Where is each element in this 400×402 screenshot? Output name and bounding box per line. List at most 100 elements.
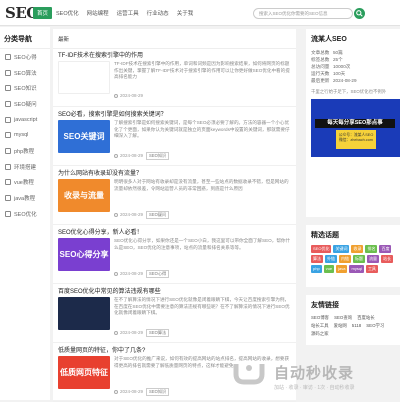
profile-title: 流某人SEO (311, 36, 347, 43)
category-icon (5, 69, 11, 76)
topic-tag[interactable]: 算法 (311, 255, 323, 263)
sidebar-item[interactable]: SEO算法 (0, 65, 50, 81)
topic-tag[interactable]: 百度 (379, 245, 392, 253)
sidebar-item[interactable]: SEO知识 (0, 80, 50, 96)
sidebar-item[interactable]: vue教程 (0, 175, 50, 191)
article-tag[interactable]: SEO知识 (146, 388, 170, 396)
profile-panel: 流某人SEO 文章总数 50篇 标签总数 25个 总访问量 10000次 运行天数 100天最… (306, 29, 400, 217)
topic-tag[interactable]: vue (323, 265, 335, 273)
article-item: TF-IDF技术在搜索引擎中的作用 TF-IDF技术在搜索引擎中的作用，单词和词频… (53, 47, 296, 107)
friend-link[interactable]: 站长工具 (311, 323, 329, 329)
topic-tag[interactable]: 内链 (339, 255, 351, 263)
stat-label: 文章总数 (311, 50, 330, 55)
article-tag[interactable]: SEO疑问 (146, 211, 170, 219)
article-excerpt: 了解搜索引擎是如何搜索关键词，是每个SEO必须必要了解的。方法的容器一个小心优化… (114, 120, 290, 139)
sidebar-item[interactable]: mysql (0, 127, 50, 143)
nav-item[interactable]: 首页 (33, 7, 53, 19)
nav-item[interactable]: 运营工具 (113, 7, 143, 19)
article-thumbnail[interactable]: 低质网页特征 (58, 356, 110, 389)
topic-tag[interactable]: 外链 (325, 255, 337, 263)
topic-tag[interactable]: 标题 (353, 255, 365, 263)
section-heading: 最新 (53, 29, 296, 49)
promo-image[interactable]: 每天每分享SEO那点事 公众号：流某人SEO 微信：zhebach.com (311, 99, 400, 157)
clock-icon (114, 93, 118, 98)
friend-link[interactable]: 5118 (352, 323, 361, 329)
topic-tag[interactable]: 工具 (365, 265, 378, 273)
sidebar-item-label: SEO优化 (14, 211, 37, 218)
watermark-subtitle: 加站 · 收录 · 审访 · 1次 · 自动秒收录 (274, 385, 355, 391)
article-excerpt: 明明很多人对于网站有收录却是没有流量，甚至一些站点的数据收录不错，但是网站的流量… (114, 179, 289, 191)
article-title[interactable]: 百度SEO优化中常见的算法违规有哪些 (58, 286, 161, 295)
sidebar-item-label: javascript (14, 116, 38, 123)
sidebar-title: 分类导航 (0, 27, 50, 49)
article-thumbnail[interactable]: SEO心得分享 (58, 238, 110, 271)
topic-tag[interactable]: SEO优化 (311, 245, 332, 253)
sidebar-item[interactable]: java教程 (0, 190, 50, 206)
clock-icon (114, 212, 118, 217)
sidebar-item-label: php教程 (14, 148, 35, 155)
article-date: 2024-08-29 (120, 93, 144, 98)
topic-tag[interactable]: java (336, 265, 348, 273)
article-title[interactable]: SEO优化心得分享，新人必看！ (58, 227, 143, 236)
topic-tag[interactable]: php (311, 265, 322, 273)
article-tag[interactable]: SEO心得 (146, 270, 170, 278)
article-tag[interactable]: SEO知识 (146, 152, 170, 160)
article-excerpt: TF-IDF技术在搜索引擎中的作用，单词和词频是因为影响搜索结果，如何将网页的标… (114, 61, 290, 80)
friend-links-title: 友情链接 (311, 302, 339, 309)
category-icon (5, 132, 11, 139)
topic-tag[interactable]: 收录 (351, 245, 364, 253)
search-input[interactable]: 搜索入SEO优化你需要的SEO信息 (253, 8, 353, 19)
sidebar-item[interactable]: SEO疑问 (0, 96, 50, 112)
article-item: 为什么网站有收录却没有流量？ 收录与流量 明明很多人对于网站有收录却是没有流量，甚至… (53, 165, 296, 225)
article-thumbnail[interactable]: SEO关键词 (58, 120, 110, 153)
sidebar-item[interactable]: javascript (0, 112, 50, 128)
article-title[interactable]: TF-IDF技术在搜索引擎中的作用 (58, 50, 143, 59)
sidebar-item-label: mysql (14, 132, 29, 139)
sidebar-item[interactable]: 环境搭建 (0, 159, 50, 175)
article-title[interactable]: 为什么网站有收录却没有流量？ (58, 168, 142, 177)
profile-stat: 最后更新 2024-08-29 (311, 77, 395, 84)
stat-value: 50篇 (333, 50, 343, 55)
article-title[interactable]: 低质量网页的特征，你中了几条? (58, 345, 145, 354)
nav-item[interactable]: SEO优化 (52, 7, 83, 19)
sidebar-item-label: SEO知识 (14, 86, 37, 93)
article-date: 2024-08-29 (120, 271, 144, 277)
clock-icon (114, 271, 118, 276)
nav-item[interactable]: 网站编程 (83, 7, 113, 19)
friend-link[interactable]: SEO博客 (311, 315, 329, 321)
clock-icon (114, 389, 118, 394)
topic-tag[interactable]: 站长 (381, 255, 393, 263)
article-meta: 2024-08-29 (114, 93, 143, 98)
friend-link[interactable]: SEO查询 (334, 315, 352, 321)
article-meta: 2024-08-29 SEO算法 (114, 329, 170, 337)
sidebar-item[interactable]: SEO心得 (0, 49, 50, 65)
category-icon (5, 85, 11, 92)
friend-link[interactable]: 源码之家 (311, 331, 329, 337)
article-tag[interactable]: SEO算法 (146, 329, 170, 337)
search-button[interactable] (354, 8, 365, 19)
sidebar-item[interactable]: SEO优化 (0, 206, 50, 222)
article-thumbnail[interactable] (58, 297, 110, 330)
topic-tag[interactable]: 关键词 (333, 245, 350, 253)
topic-tag[interactable]: 排名 (365, 245, 378, 253)
top-bar: SEO 首页 SEO优化 网站编程 运营工具 行业动态 关于我 搜索入SEO优化你需要的S… (0, 0, 400, 26)
topic-tag[interactable]: 流量 (367, 255, 379, 263)
friend-link[interactable]: 爱站网 (334, 323, 347, 329)
nav-item[interactable]: 行业动态 (143, 7, 173, 19)
article-thumbnail[interactable]: 收录与流量 (58, 179, 110, 212)
stat-value: 2024-08-29 (333, 78, 357, 83)
stat-value: 25个 (333, 57, 343, 62)
article-excerpt: 在不了解算法的情况下进行SEO优化就像是闭着眼睛下棋，今天让百度搜索引擎为例，在… (114, 297, 290, 316)
article-title[interactable]: SEO必看，搜索引擎是如何搜索关键词？ (58, 109, 167, 118)
friend-link[interactable]: 百度站长 (357, 315, 375, 321)
clock-icon (114, 153, 118, 158)
article-thumbnail[interactable] (58, 61, 110, 94)
topic-tag[interactable]: mysql (349, 265, 364, 273)
stat-value: 100天 (333, 71, 346, 76)
profile-stat: 标签总数 25个 (311, 56, 395, 63)
nav-item[interactable]: 关于我 (173, 7, 198, 19)
sidebar-item[interactable]: php教程 (0, 143, 50, 159)
article-item: 百度SEO优化中常见的算法违规有哪些在不了解算法的情况下进行SEO优化就像是闭着… (53, 283, 296, 343)
sidebar-item-label: vue教程 (14, 180, 34, 187)
friend-link[interactable]: SEO学习 (366, 323, 384, 329)
